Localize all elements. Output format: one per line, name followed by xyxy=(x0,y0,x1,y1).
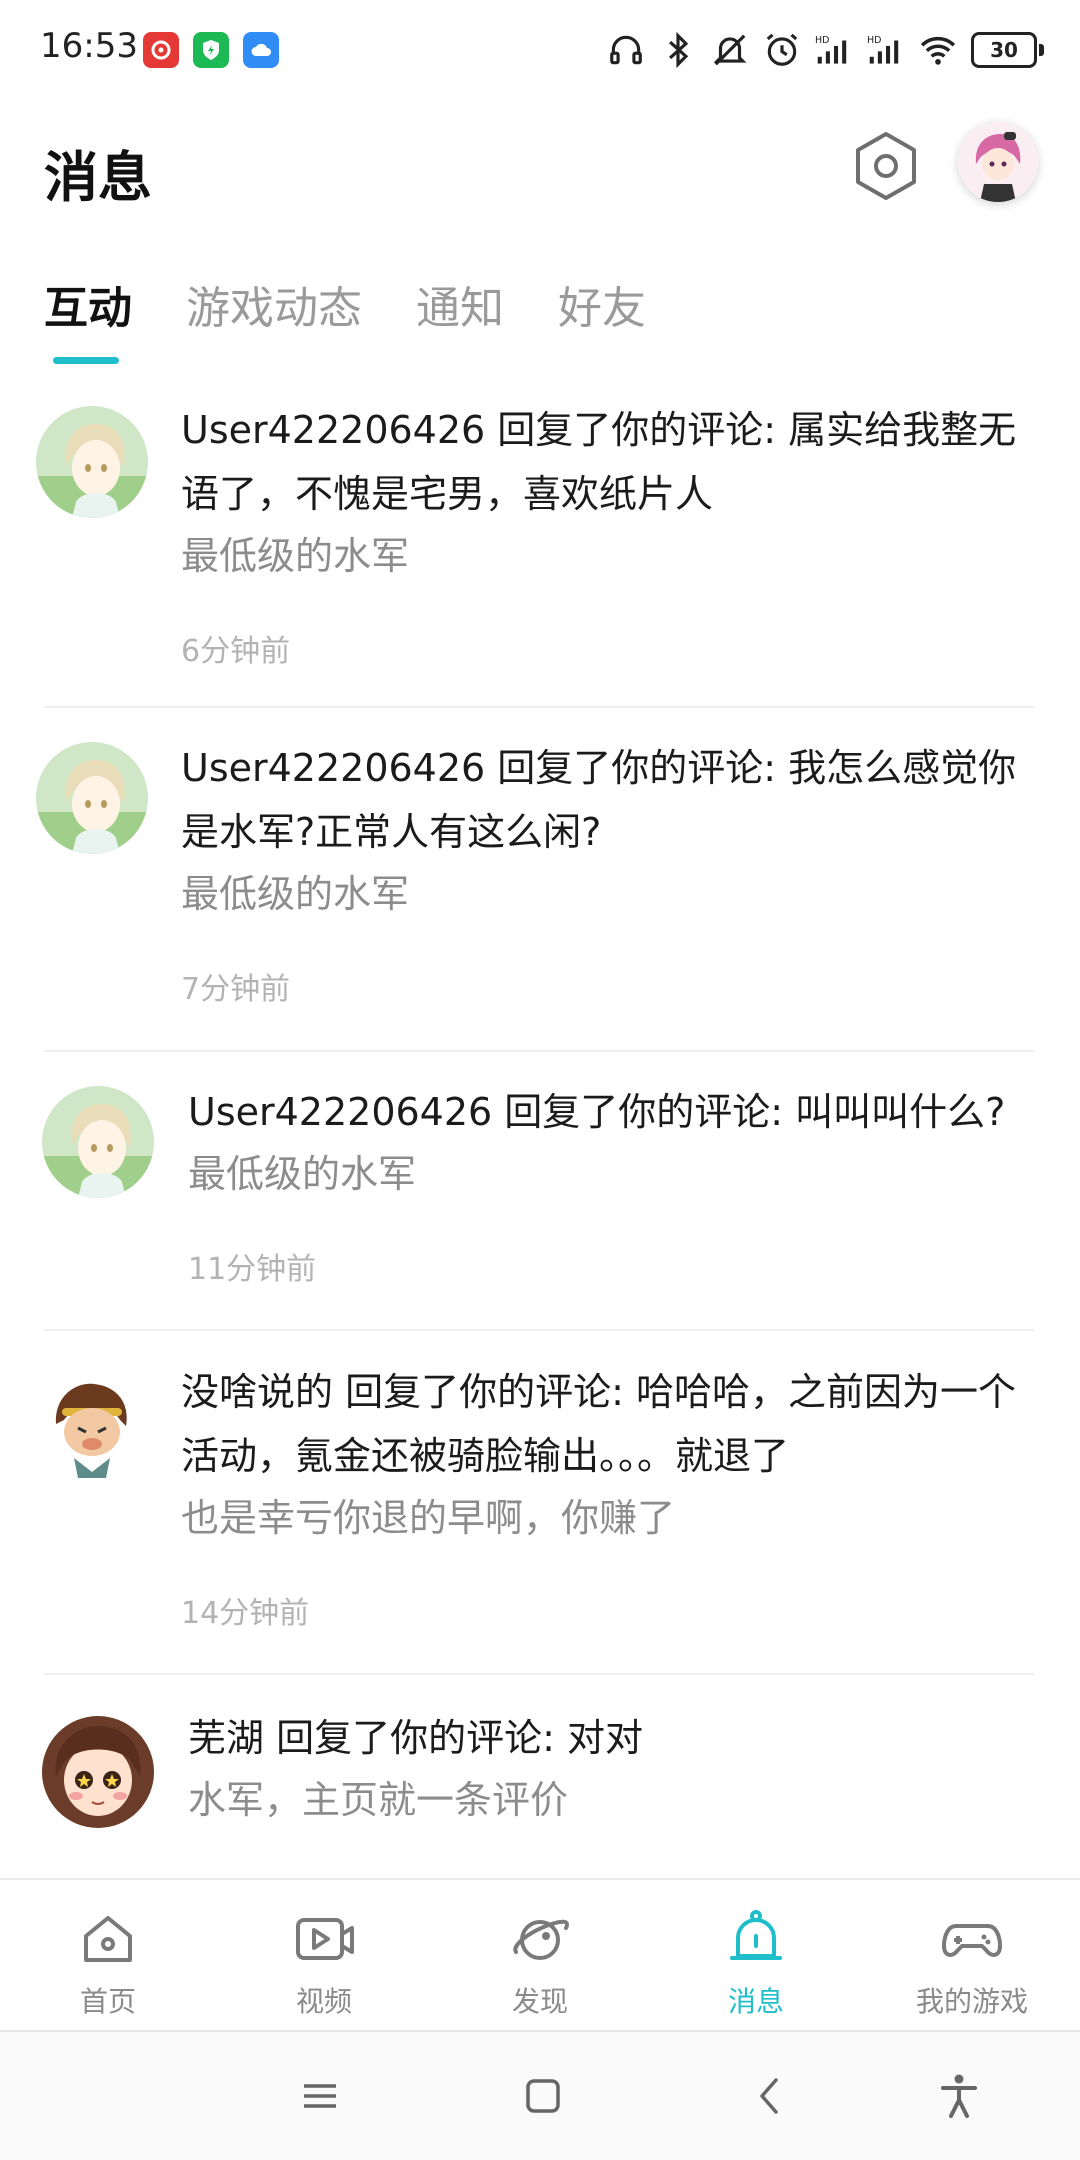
signal-hd-icon: HD xyxy=(867,35,899,64)
message-content: 芜湖 回复了你的评论: 对对 水军，主页就一条评价 xyxy=(188,1706,1038,1870)
monkey-king-avatar-icon xyxy=(36,1374,148,1486)
message-reply: 最低级的水军 xyxy=(188,1152,417,1196)
tab-notifications[interactable]: 通知 xyxy=(416,272,504,336)
divider xyxy=(44,1673,1034,1675)
message-title: User422206426 回复了你的评论: 我怎么感觉你是水军?正常人有这么闲… xyxy=(181,746,1017,854)
accessibility-icon[interactable] xyxy=(933,2070,985,2122)
anime-boy-avatar-icon xyxy=(36,742,148,854)
message-title: User422206426 回复了你的评论: 叫叫叫什么? xyxy=(188,1090,1006,1134)
message-content: User422206426 回复了你的评论: 我怎么感觉你是水军?正常人有这么闲… xyxy=(181,736,1031,1008)
nav-video-label: 视频 xyxy=(295,1985,352,2018)
system-navigation-bar xyxy=(0,2030,1080,2160)
nav-messages-label: 消息 xyxy=(727,1985,784,2018)
tab-interaction[interactable]: 互动 xyxy=(44,272,132,336)
settings-button[interactable] xyxy=(850,128,922,204)
avatar[interactable] xyxy=(36,406,148,518)
message-reply: 最低级的水军 xyxy=(181,534,410,578)
message-content: 没啥说的 回复了你的评论: 哈哈哈，之前因为一个活动，氪金还被骑脸输出。。。就退… xyxy=(181,1360,1031,1632)
anime-boy-avatar-icon xyxy=(36,406,148,518)
message-item[interactable]: User422206426 回复了你的评论: 叫叫叫什么? 最低级的水军 11分… xyxy=(0,1080,1080,1340)
message-list: User422206426 回复了你的评论: 属实给我整无语了，不愧是宅男，喜欢… xyxy=(0,392,1080,1880)
shield-app-icon xyxy=(193,32,229,68)
nav-my-games-label: 我的游戏 xyxy=(915,1985,1028,2018)
avatar[interactable] xyxy=(36,742,148,854)
battery-cap xyxy=(1039,44,1044,56)
message-content: User422206426 回复了你的评论: 属实给我整无语了，不愧是宅男，喜欢… xyxy=(181,398,1031,670)
message-time: 14分钟前 xyxy=(181,1596,310,1631)
message-title: 没啥说的 回复了你的评论: 哈哈哈，之前因为一个活动，氪金还被骑脸输出。。。就退… xyxy=(181,1370,1016,1478)
avatar xyxy=(958,122,1038,202)
gamepad-icon xyxy=(942,1924,1002,1957)
menu-icon[interactable] xyxy=(294,2070,346,2122)
home-icon xyxy=(84,1916,132,1962)
divider xyxy=(44,706,1034,708)
message-title: 芜湖 回复了你的评论: 对对 xyxy=(188,1716,643,1760)
nav-discover[interactable]: 发现 xyxy=(432,1880,648,2030)
netease-music-icon xyxy=(143,32,179,68)
user-avatar-button[interactable] xyxy=(958,122,1038,202)
message-tabs: 互动 游戏动态 通知 好友 xyxy=(44,272,646,336)
message-item[interactable]: 芜湖 回复了你的评论: 对对 水军，主页就一条评价 xyxy=(0,1704,1080,1880)
message-item[interactable]: User422206426 回复了你的评论: 属实给我整无语了，不愧是宅男，喜欢… xyxy=(0,392,1080,707)
bluetooth-icon xyxy=(669,31,689,69)
girl-avatar-icon xyxy=(42,1716,154,1828)
headset-icon xyxy=(610,35,642,65)
svg-text:HD: HD xyxy=(867,35,881,46)
home-square-icon[interactable] xyxy=(517,2070,569,2122)
message-item[interactable]: 没啥说的 回复了你的评论: 哈哈哈，之前因为一个活动，氪金还被骑脸输出。。。就退… xyxy=(0,1360,1080,1670)
nav-video[interactable]: 视频 xyxy=(216,1880,432,2030)
message-reply: 水军，主页就一条评价 xyxy=(188,1778,569,1822)
message-content: User422206426 回复了你的评论: 叫叫叫什么? 最低级的水军 11分… xyxy=(188,1080,1038,1288)
svg-text:HD: HD xyxy=(815,35,829,46)
avatar[interactable] xyxy=(36,1374,148,1486)
message-title: User422206426 回复了你的评论: 属实给我整无语了，不愧是宅男，喜欢… xyxy=(181,408,1017,516)
signal-hd-icon: HD xyxy=(815,35,847,64)
tab-friends[interactable]: 好友 xyxy=(558,272,646,336)
tab-game-updates[interactable]: 游戏动态 xyxy=(186,272,362,336)
bottom-navigation: 首页 视频 发现 消息 我的游戏 xyxy=(0,1878,1080,2030)
battery-level: 30 xyxy=(971,32,1037,68)
bell-icon xyxy=(730,1910,782,1960)
message-item[interactable]: User422206426 回复了你的评论: 我怎么感觉你是水军?正常人有这么闲… xyxy=(0,736,1080,1051)
status-time: 16:53 xyxy=(40,26,138,66)
video-icon xyxy=(296,1918,354,1960)
message-time: 7分钟前 xyxy=(181,972,291,1007)
battery-indicator: 30 xyxy=(971,32,1044,68)
hexagon-settings-icon xyxy=(856,132,916,200)
nav-home[interactable]: 首页 xyxy=(0,1880,216,2030)
avatar[interactable] xyxy=(42,1086,154,1198)
message-time: 6分钟前 xyxy=(181,634,291,669)
nav-home-label: 首页 xyxy=(79,1985,136,2018)
nav-messages[interactable]: 消息 xyxy=(648,1880,864,2030)
wifi-icon xyxy=(920,36,956,65)
message-time: 11分钟前 xyxy=(188,1252,317,1287)
active-tab-indicator xyxy=(53,357,119,364)
divider xyxy=(44,1329,1034,1331)
alarm-icon xyxy=(766,33,798,66)
anime-boy-avatar-icon xyxy=(42,1086,154,1198)
nav-my-games[interactable]: 我的游戏 xyxy=(864,1880,1080,2030)
avatar[interactable] xyxy=(42,1716,154,1828)
status-bar: 16:53 HD HD 30 xyxy=(0,0,1080,100)
message-reply: 最低级的水军 xyxy=(181,872,410,916)
cloud-app-icon xyxy=(243,32,279,68)
back-icon[interactable] xyxy=(744,2070,796,2122)
mute-icon xyxy=(713,34,747,66)
nav-discover-label: 发现 xyxy=(511,1985,568,2018)
status-icons: HD HD 30 xyxy=(607,26,1044,74)
page-title: 消息 xyxy=(44,146,152,209)
message-reply: 也是幸亏你退的早啊，你赚了 xyxy=(181,1496,676,1540)
divider xyxy=(44,1050,1034,1052)
discover-icon xyxy=(513,1919,569,1960)
